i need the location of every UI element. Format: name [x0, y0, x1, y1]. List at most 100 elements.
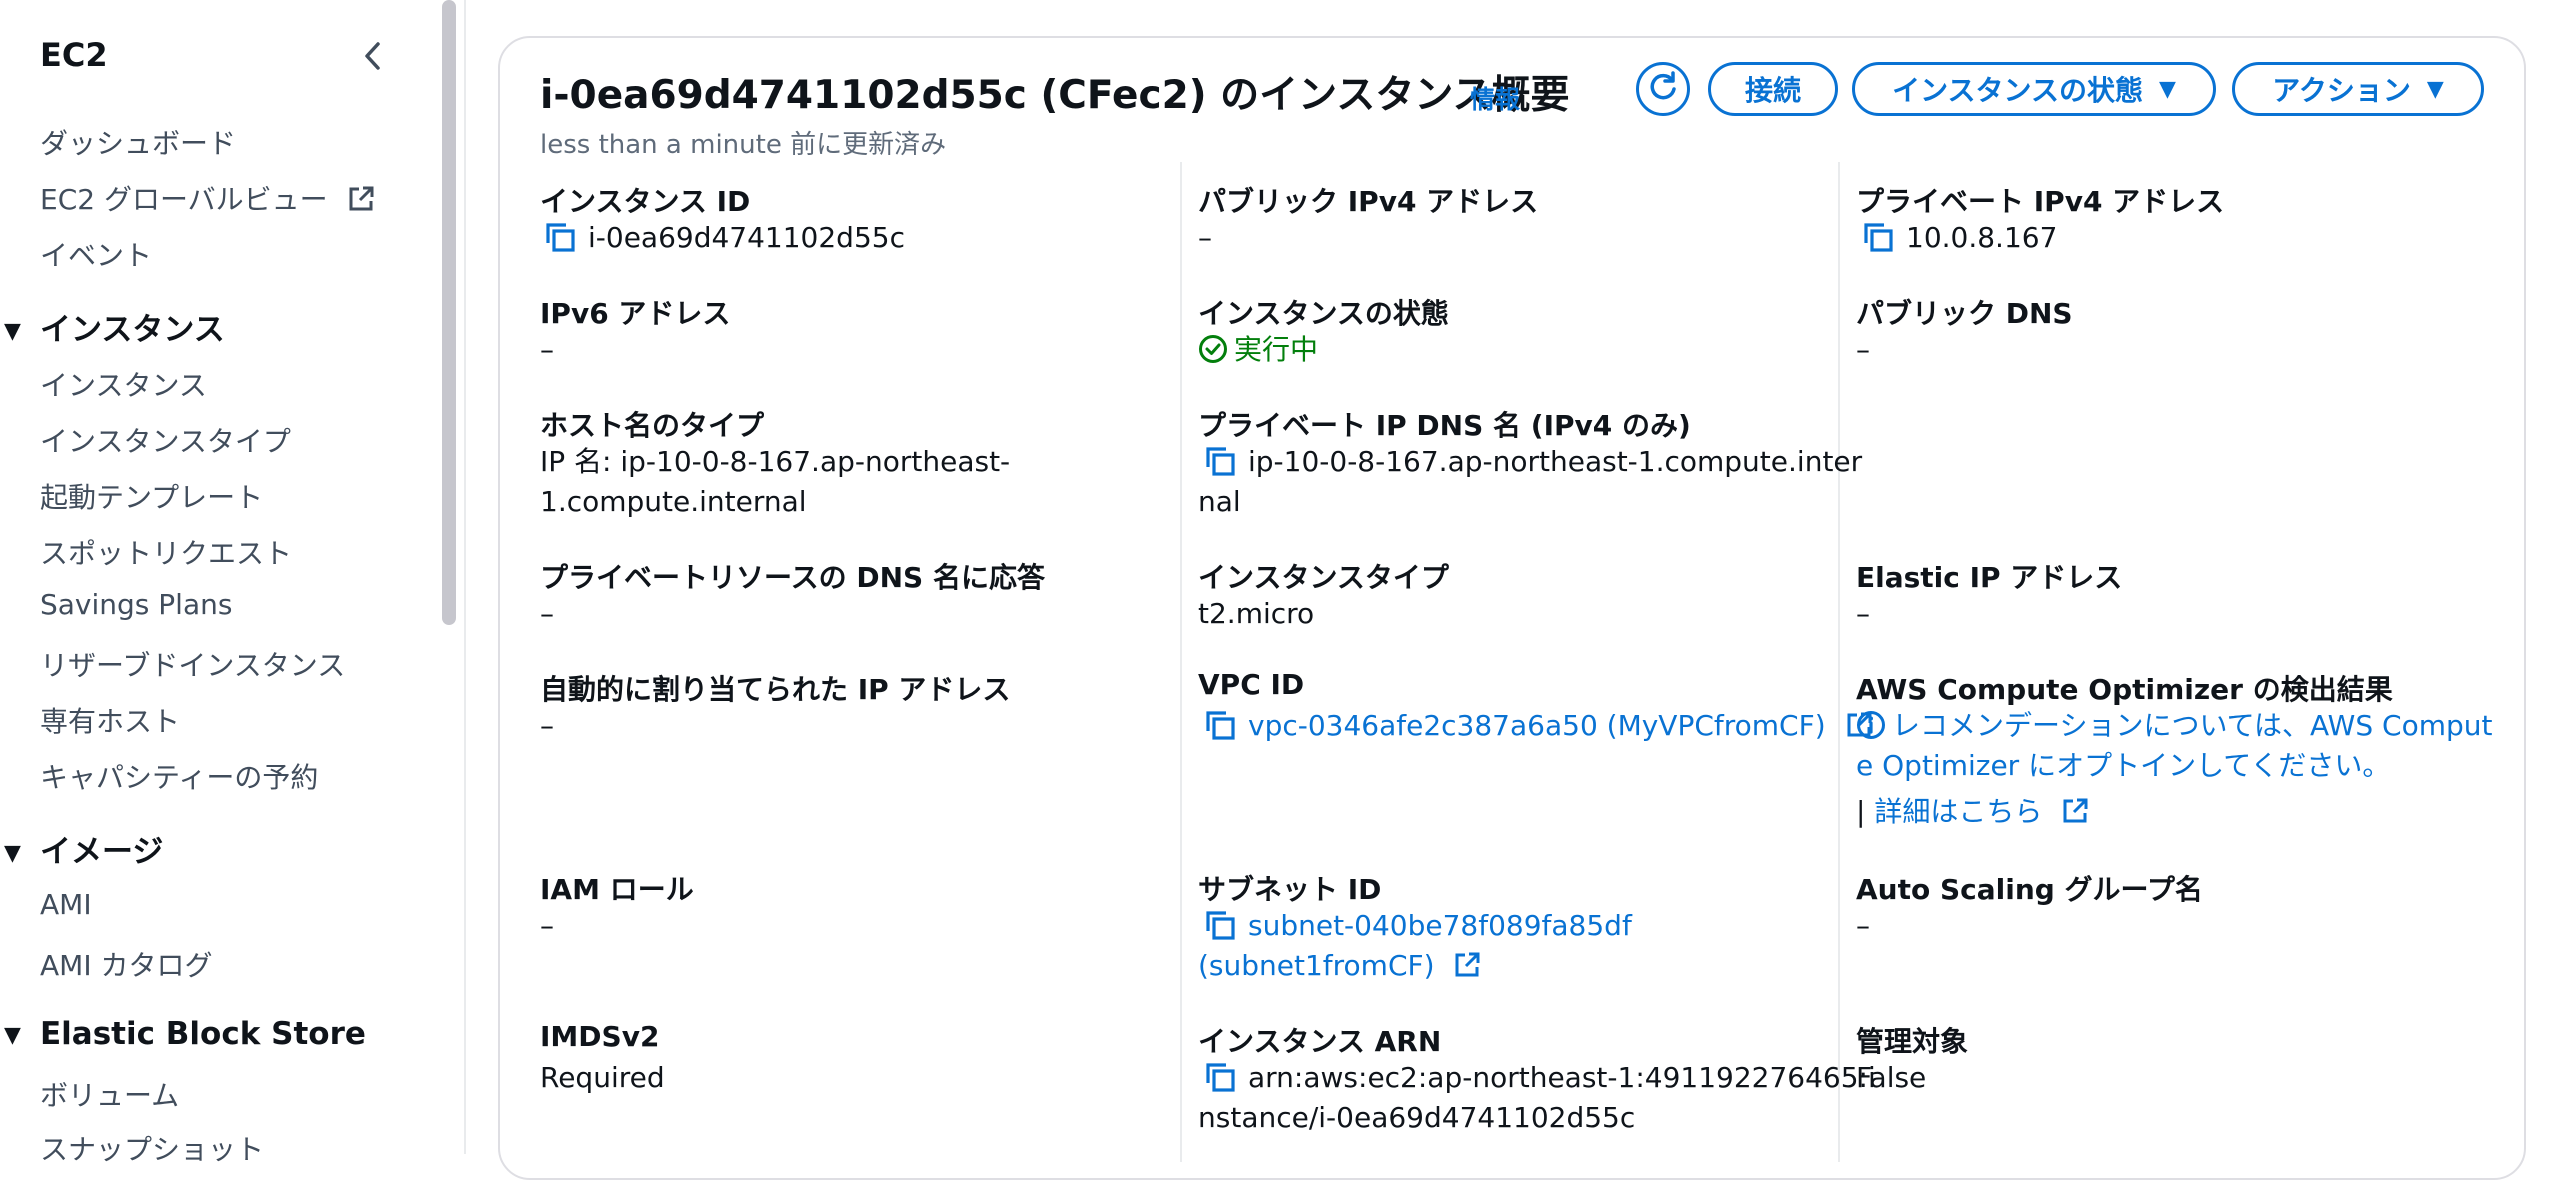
info-icon [1856, 710, 1886, 751]
refresh-icon [1646, 70, 1680, 108]
public-dns-value: – [1856, 333, 1870, 366]
refresh-button[interactable] [1636, 62, 1690, 116]
instance-state-dropdown[interactable]: インスタンスの状態 ▼ [1852, 62, 2216, 116]
instance-arn-value-line2: nstance/i-0ea69d4741102d55c [1198, 1101, 1636, 1134]
caret-down-icon: ▼ [4, 319, 21, 344]
connect-button[interactable]: 接続 [1708, 62, 1838, 116]
field-label: インスタンス ID [540, 185, 751, 218]
sidebar-item-instance-types[interactable]: インスタンスタイプ [40, 420, 291, 460]
private-ipv4-value: 10.0.8.167 [1862, 218, 2057, 264]
sidebar-scrollbar-thumb[interactable] [442, 0, 456, 625]
value-text: ip-10-0-8-167.ap-northeast-1.compute.int… [1248, 445, 1863, 478]
field-label: 自動的に割り当てられた IP アドレス [540, 673, 1011, 706]
value-text: 10.0.8.167 [1906, 221, 2058, 254]
sidebar-item-ami[interactable]: AMI [40, 888, 92, 921]
private-ip-dns-value-line2: nal [1198, 485, 1241, 518]
instance-type-value: t2.micro [1198, 597, 1315, 630]
external-link-icon[interactable] [1453, 950, 1481, 990]
field-label: プライベート IPv4 アドレス [1856, 185, 2225, 218]
info-link[interactable]: 情報 [1470, 80, 1520, 116]
learn-more-link[interactable]: 詳細はこちら [1874, 795, 2042, 828]
caret-down-icon: ▼ [2426, 76, 2444, 102]
sidebar-item-savings-plans[interactable]: Savings Plans [40, 588, 232, 621]
sidebar-item-launch-templates[interactable]: 起動テンプレート [40, 476, 263, 516]
field-label: インスタンスの状態 [1198, 297, 1449, 330]
auto-ip-value: – [540, 709, 554, 742]
field-label: IMDSv2 [540, 1020, 660, 1053]
page-title: i-0ea69d4741102d55c (CFec2) のインスタンス概要 [540, 73, 1570, 118]
optimizer-link[interactable]: レコメンデーションについては、AWS Comput [1892, 709, 2492, 742]
field-label: VPC ID [1198, 668, 1305, 701]
sidebar-title: EC2 [40, 36, 108, 74]
sidebar-item-dedicated-hosts[interactable]: 専有ホスト [40, 700, 180, 740]
field-label: サブネット ID [1198, 873, 1382, 906]
field-label: Elastic IP アドレス [1856, 561, 2123, 594]
sidebar-item-volumes[interactable]: ボリューム [40, 1074, 179, 1114]
sidebar-section-instances[interactable]: ▼ インスタンス [0, 304, 225, 349]
value-text: arn:aws:ec2:ap-northeast-1:491192276465:… [1248, 1061, 1876, 1094]
actions-dropdown[interactable]: アクション ▼ [2232, 62, 2484, 116]
sidebar-item-label: EC2 グローバルビュー [40, 183, 328, 216]
sidebar-item-capacity-reservations[interactable]: キャパシティーの予約 [40, 756, 318, 796]
sidebar-item-spot-requests[interactable]: スポットリクエスト [40, 532, 292, 572]
subnet-name-link[interactable]: (subnet1fromCF) [1198, 949, 1435, 982]
imdsv2-value: Required [540, 1061, 665, 1094]
field-label: パブリック IPv4 アドレス [1198, 185, 1539, 218]
sidebar-item-dashboard[interactable]: ダッシュボード [40, 122, 236, 162]
field-label: AWS Compute Optimizer の検出結果 [1856, 673, 2393, 706]
last-updated-text: less than a minute 前に更新済み [540, 130, 947, 160]
success-check-icon [1198, 334, 1228, 375]
sidebar-item-events[interactable]: イベント [40, 234, 152, 274]
ipv6-value: – [540, 333, 554, 366]
external-link-icon[interactable] [2061, 796, 2089, 836]
instance-state-label: インスタンスの状態 [1892, 74, 2143, 107]
resource-dns-value: – [540, 597, 554, 630]
copy-icon[interactable] [1204, 709, 1236, 752]
field-label: プライベート IP DNS 名 (IPv4 のみ) [1198, 409, 1691, 442]
optimizer-message-line1: レコメンデーションについては、AWS Comput [1856, 706, 2492, 751]
elastic-ip-value: – [1856, 597, 1870, 630]
sidebar-item-ami-catalog[interactable]: AMI カタログ [40, 944, 212, 984]
asg-name-value: – [1856, 909, 1870, 942]
hostname-type-value-line2: 1.compute.internal [540, 485, 807, 518]
instance-id-value: i-0ea69d4741102d55c [544, 218, 905, 264]
column-divider [1838, 162, 1840, 1162]
caret-down-icon: ▼ [2158, 76, 2176, 102]
copy-icon[interactable] [544, 221, 576, 264]
field-label: インスタンスタイプ [1198, 561, 1449, 594]
collapse-sidebar-icon[interactable] [358, 38, 388, 74]
field-label: IAM ロール [540, 873, 694, 906]
status-text: 実行中 [1234, 333, 1319, 366]
sidebar-item-reserved-instances[interactable]: リザーブドインスタンス [40, 644, 345, 684]
iam-role-value: – [540, 909, 554, 942]
sidebar: EC2 ダッシュボード EC2 グローバルビュー イベント ▼ インスタンス イン… [0, 0, 436, 1166]
section-label: Elastic Block Store [40, 1016, 366, 1052]
field-label: パブリック DNS [1856, 297, 2073, 330]
field-label: IPv6 アドレス [540, 297, 731, 330]
public-ipv4-value: – [1198, 221, 1212, 254]
section-label: インスタンス [40, 312, 225, 348]
subnet-id-link[interactable]: subnet-040be78f089fa85df [1248, 909, 1632, 942]
actions-label: アクション [2272, 74, 2411, 107]
sidebar-item-global-view[interactable]: EC2 グローバルビュー [40, 178, 375, 220]
sidebar-section-images[interactable]: ▼ イメージ [0, 826, 163, 871]
copy-icon[interactable] [1862, 221, 1894, 264]
separator-bar: | [1856, 795, 1866, 828]
sidebar-section-ebs[interactable]: ▼ Elastic Block Store [0, 1016, 366, 1052]
field-label: 管理対象 [1856, 1025, 1969, 1058]
managed-value: False [1856, 1061, 1927, 1094]
value-text: i-0ea69d4741102d55c [588, 221, 905, 254]
external-link-icon [347, 185, 375, 220]
caret-down-icon: ▼ [4, 1023, 21, 1048]
private-ip-dns-value-line1: ip-10-0-8-167.ap-northeast-1.compute.int… [1204, 442, 1862, 488]
field-label: インスタンス ARN [1198, 1025, 1442, 1058]
sidebar-item-instances[interactable]: インスタンス [40, 364, 207, 404]
field-label: ホスト名のタイプ [540, 409, 765, 442]
vpc-id-link[interactable]: vpc-0346afe2c387a6a50 (MyVPCfromCF) [1248, 709, 1826, 742]
subnet-id-value-line2: (subnet1fromCF) [1198, 946, 1481, 990]
sidebar-item-snapshots[interactable]: スナップショット [40, 1128, 264, 1168]
field-label: Auto Scaling グループ名 [1856, 873, 2203, 906]
optimizer-message-line2[interactable]: e Optimizer にオプトインしてください。 [1856, 746, 2390, 786]
connect-label: 接続 [1744, 74, 1801, 107]
optimizer-detail: | 詳細はこちら [1856, 792, 2089, 836]
